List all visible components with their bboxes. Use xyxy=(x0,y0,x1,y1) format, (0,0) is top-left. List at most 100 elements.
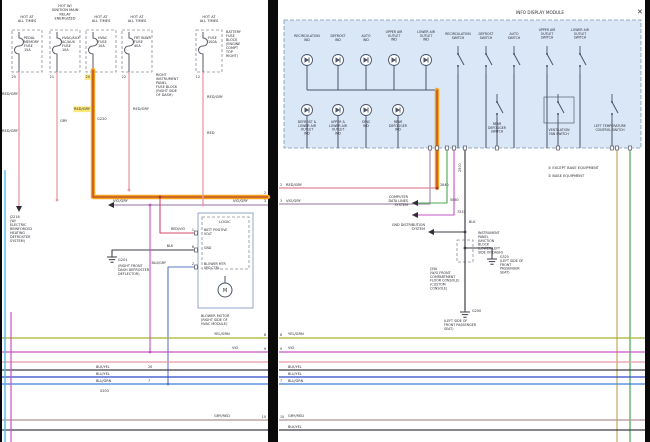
pin xyxy=(195,248,198,252)
wire-color-label: RED/GRY xyxy=(207,95,224,99)
splice-dot xyxy=(149,351,152,354)
pin-number: 2 xyxy=(192,262,194,266)
pin xyxy=(557,146,560,150)
pin-number: 8 xyxy=(280,333,282,337)
wire-color-label-highlighted: RED/GRY xyxy=(74,107,91,111)
pin-number: 9 xyxy=(264,347,266,351)
pin-number: 25 xyxy=(12,75,16,79)
connector-label: X203 xyxy=(100,389,109,393)
pin-number: 10 xyxy=(280,415,284,419)
circuit-number: 2500 xyxy=(458,163,462,172)
pin-number: 1 xyxy=(192,228,194,232)
pin-number: 7 xyxy=(148,379,150,383)
pin xyxy=(629,146,632,150)
splice-dot xyxy=(167,383,170,386)
wire-color-label: BLU/GRN xyxy=(288,379,304,383)
wire-color-label: VIO/GRY xyxy=(233,199,249,203)
pin-number: 8 xyxy=(264,333,266,337)
switch-icon xyxy=(457,65,459,67)
legend-item: ① EXCEPT BASE EQUIPMENT xyxy=(548,166,600,170)
pin xyxy=(436,146,439,150)
wire-color-label: BLK xyxy=(469,220,476,224)
splice-label: G220 xyxy=(97,117,107,121)
wire-color-label: GRY/RED xyxy=(214,414,230,418)
switch-icon xyxy=(546,53,548,55)
wire-color-label: VIO xyxy=(232,346,239,350)
switch-icon xyxy=(579,53,581,55)
wire-color-label: YEL/GRN xyxy=(214,332,230,336)
pin-number: 20 xyxy=(148,365,152,369)
pin-number: 22 xyxy=(122,75,126,79)
splice-dot xyxy=(56,199,59,202)
wire-color-label: VIO/GRY xyxy=(113,199,129,203)
switch-icon xyxy=(611,113,613,115)
circuit-number: 5060 xyxy=(450,198,459,202)
circuit-number: 2840 xyxy=(440,183,449,187)
switch-icon xyxy=(496,101,498,103)
switch-label: LEFT TEMPERATURECONTROL SWITCH xyxy=(594,124,626,132)
pin-number: 3 xyxy=(280,199,282,203)
wire-color-label: BLU/YEL xyxy=(288,372,302,376)
pin xyxy=(453,146,456,150)
schematic-page: HOT ATALL TIMESHOT W/IGNITION MAINRELAYE… xyxy=(0,0,650,442)
wire-color-label: RED xyxy=(207,131,215,135)
switch-icon xyxy=(579,65,581,67)
wire-color-label: YEL/GRN xyxy=(288,332,304,336)
wire-color-label: RED/VIO xyxy=(171,227,186,231)
pin-number: 12 xyxy=(196,75,200,79)
pin-number: 3 xyxy=(264,199,266,203)
switch-icon xyxy=(457,53,459,55)
wire-color-label: GRY xyxy=(60,119,68,123)
wire-color-label: RED/GRY xyxy=(286,183,303,187)
splice-dot xyxy=(128,189,131,192)
ground-label: G200 xyxy=(472,309,481,313)
switch-icon xyxy=(513,65,515,67)
close-icon[interactable]: ✕ xyxy=(637,8,643,16)
switch-icon xyxy=(557,101,559,103)
switch-label: DEFROSTSWITCH xyxy=(479,32,494,40)
splice-dot xyxy=(436,187,439,190)
splice-dot xyxy=(464,231,467,234)
splice-dot xyxy=(149,204,152,207)
logic-label: LOGIC xyxy=(219,219,231,224)
splice-dot xyxy=(159,196,162,199)
motor-symbol-label: M xyxy=(223,288,227,294)
pin xyxy=(195,265,198,269)
wire-color-label: BLU/GRN xyxy=(96,379,112,383)
wire-color-label: RED/GRY xyxy=(2,129,19,133)
wire-color-label: GRY/RED xyxy=(288,414,304,418)
pin-function-label: GND xyxy=(204,246,212,250)
pin xyxy=(446,146,449,150)
splice-dot xyxy=(464,247,467,250)
switch-icon xyxy=(496,113,498,115)
switch-label: VENTILATIONFAN SWITCH xyxy=(548,128,570,136)
switch-icon xyxy=(485,65,487,67)
pin-number: 2 xyxy=(264,191,266,195)
fuse-label: FUSE100A xyxy=(208,36,217,44)
pin-number-highlighted: 20 xyxy=(86,75,90,79)
wire-color-label: BLK xyxy=(167,244,174,248)
pin-number: 2 xyxy=(280,183,282,187)
wire-color-label: RED/GRY xyxy=(2,92,19,96)
pin xyxy=(464,146,467,150)
wire-color-label: BLU/YEL xyxy=(96,372,110,376)
splice-dot xyxy=(202,204,205,207)
wire-color-label: RED/GRY xyxy=(133,107,150,111)
wire-color-label: VIO xyxy=(288,346,295,350)
wiring-diagram: HOT ATALL TIMESHOT W/IGNITION MAINRELAYE… xyxy=(0,0,650,442)
pin-number: 9 xyxy=(280,347,282,351)
wire-color-label: BLK/YEL xyxy=(288,365,302,369)
pin-number: 7 xyxy=(280,379,282,383)
ground-label: G201 xyxy=(118,258,128,262)
switch-icon xyxy=(546,65,548,67)
pin xyxy=(195,231,198,235)
wire-color-label: VIO/GRY xyxy=(286,199,302,203)
circuit-number: 7531 xyxy=(457,210,466,214)
pin xyxy=(616,146,619,150)
pin-number: 10 xyxy=(262,415,266,419)
pin-number: 6 xyxy=(192,245,194,249)
wire-color-label: BLU/GRY xyxy=(151,261,166,265)
switch-icon xyxy=(485,53,487,55)
switch-icon xyxy=(513,53,515,55)
switch-icon xyxy=(611,101,613,103)
